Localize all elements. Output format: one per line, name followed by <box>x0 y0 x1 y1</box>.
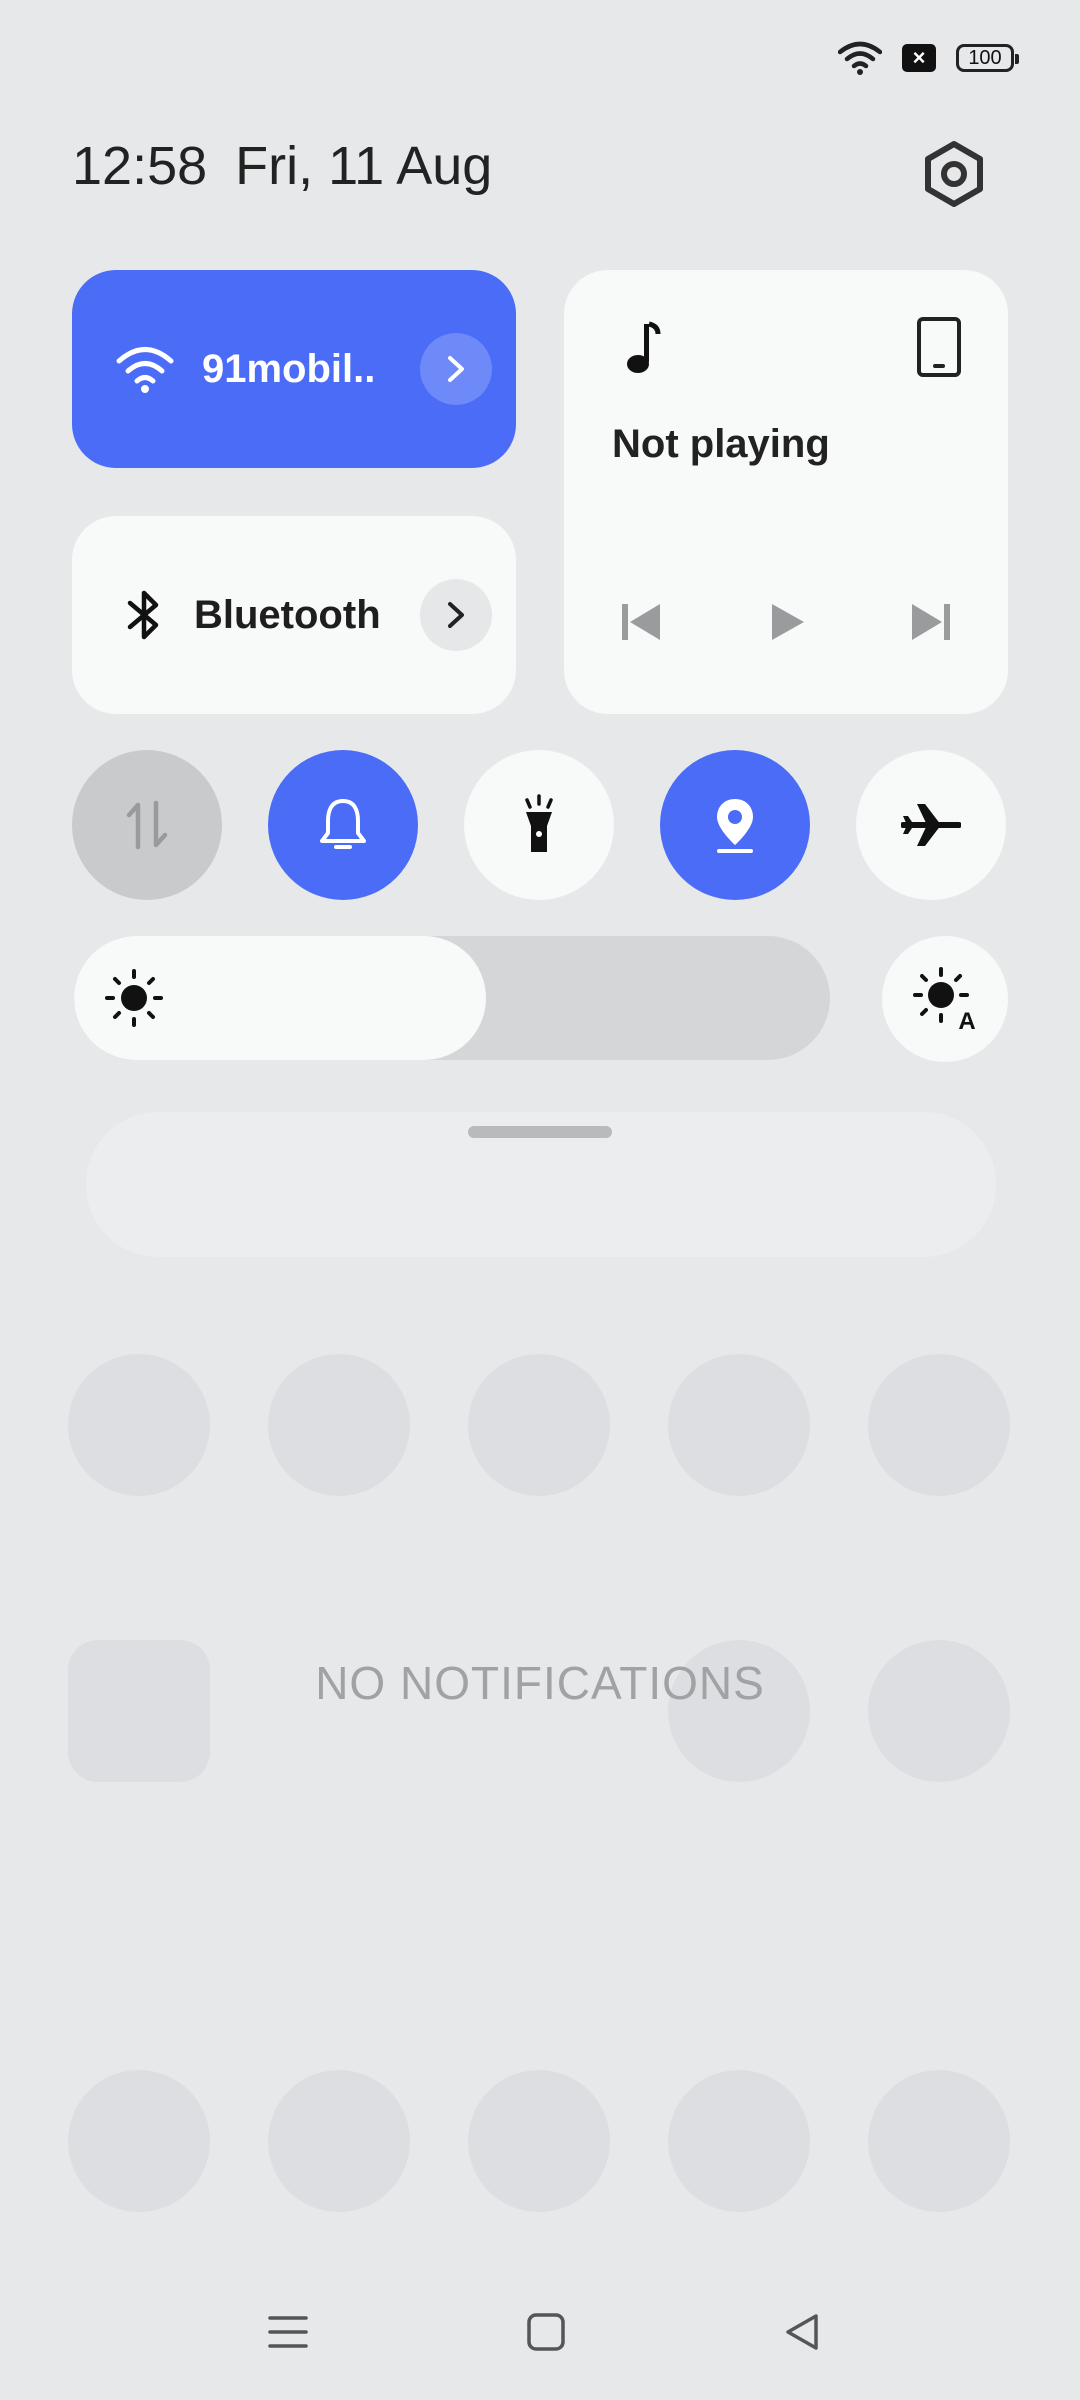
menu-lines-icon <box>268 2316 308 2348</box>
home-square-icon <box>527 2313 565 2351</box>
back-button[interactable] <box>770 2300 834 2364</box>
location-toggle[interactable] <box>660 750 810 900</box>
media-player-tile[interactable]: Not playing <box>564 270 1008 714</box>
bluetooth-icon <box>127 590 159 640</box>
gear-icon <box>925 141 983 207</box>
wifi-icon <box>116 347 174 393</box>
play-icon[interactable] <box>768 600 808 644</box>
flashlight-toggle[interactable] <box>464 750 614 900</box>
next-icon[interactable] <box>908 600 954 644</box>
date: Fri, 11 Aug <box>235 136 493 196</box>
brightness-slider[interactable] <box>74 936 830 1060</box>
bluetooth-details-button[interactable] <box>420 579 492 651</box>
mobile-data-toggle[interactable] <box>72 750 222 900</box>
location-pin-icon <box>717 799 753 853</box>
svg-text:A: A <box>958 1008 975 1031</box>
wifi-details-button[interactable] <box>420 333 492 405</box>
status-bar: × 100 <box>838 40 1019 76</box>
chevron-right-icon <box>448 602 464 628</box>
bluetooth-tile[interactable]: Bluetooth <box>72 516 516 714</box>
wifi-tile[interactable]: 91mobil.. <box>72 270 516 468</box>
chevron-right-icon <box>448 356 464 382</box>
time: 12:58 <box>72 136 208 196</box>
music-note-icon <box>627 321 661 373</box>
recents-button[interactable] <box>256 2300 320 2364</box>
flashlight-icon <box>525 794 553 852</box>
wifi-network-name: 91mobil.. <box>202 346 376 391</box>
airplane-icon <box>901 804 961 846</box>
airplane-mode-toggle[interactable] <box>856 750 1006 900</box>
wifi-icon <box>838 41 882 75</box>
phone-device-icon[interactable] <box>914 316 964 378</box>
brightness-icon <box>105 969 163 1027</box>
auto-brightness-button[interactable]: A <box>882 936 1008 1062</box>
sound-toggle[interactable] <box>268 750 418 900</box>
auto-brightness-icon: A <box>913 967 976 1031</box>
settings-button[interactable] <box>918 138 990 210</box>
bell-icon <box>320 799 366 849</box>
no-notifications-text: NO NOTIFICATIONS <box>315 1657 765 1709</box>
data-arrows-icon <box>126 800 168 850</box>
no-sim-icon: × <box>902 44 936 72</box>
battery-icon: 100 <box>956 44 1019 72</box>
home-button[interactable] <box>514 2300 578 2364</box>
battery-level: 100 <box>968 46 1002 69</box>
previous-icon[interactable] <box>618 600 664 644</box>
media-status: Not playing <box>612 422 830 466</box>
bluetooth-label: Bluetooth <box>194 592 381 637</box>
drag-handle[interactable] <box>468 1126 612 1138</box>
back-triangle-icon <box>786 2314 818 2350</box>
navigation-bar <box>0 2300 1080 2364</box>
clock-row: 12:58 Fri, 11 Aug <box>72 135 492 197</box>
